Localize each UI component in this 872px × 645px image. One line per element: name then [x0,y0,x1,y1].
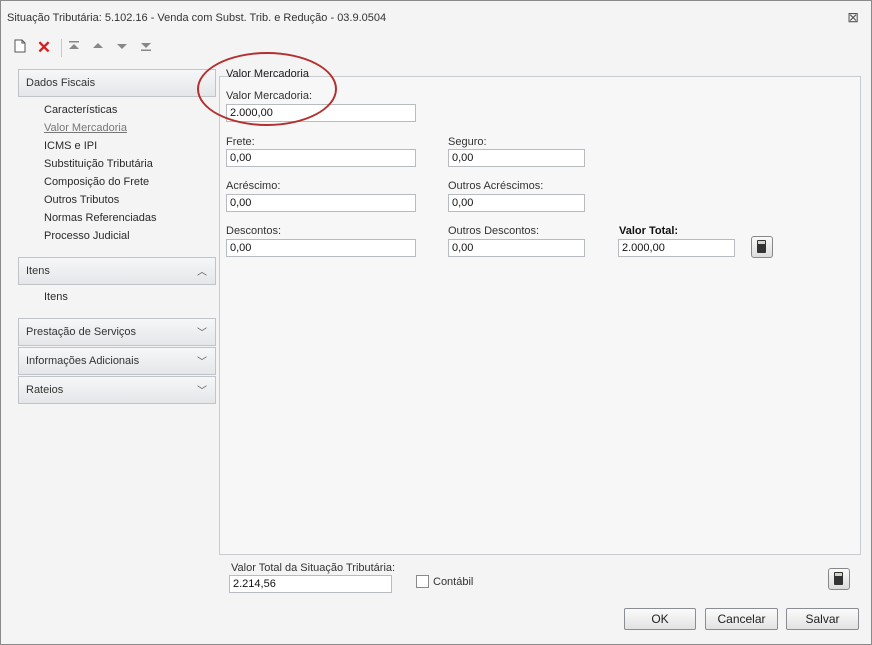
sidebar-item-processo-judicial[interactable]: Processo Judicial [44,230,130,242]
sidebar-item-normas-referenciadas[interactable]: Normas Referenciadas [44,212,157,224]
close-icon[interactable]: ⊠ [847,9,859,26]
seguro-input[interactable] [448,149,585,167]
sidebar-item-valor-mercadoria[interactable]: Valor Mercadoria [44,122,127,134]
calculator-icon[interactable] [828,568,850,590]
section-prestacao-servicos[interactable]: Prestação de Serviços ﹀ [18,318,216,346]
outros-descontos-label: Outros Descontos: [448,225,540,237]
section-label: Dados Fiscais [26,77,96,89]
acrescimo-input[interactable] [226,194,416,212]
toolbar-separator [61,39,62,57]
ok-button[interactable]: OK [624,608,696,630]
last-record-icon[interactable] [137,39,155,57]
sidebar-item-itens[interactable]: Itens [44,291,68,303]
seguro-label: Seguro: [448,136,487,148]
chevron-down-icon: ﹀ [197,386,207,397]
save-button[interactable]: Salvar [786,608,859,630]
next-record-icon[interactable] [113,39,131,57]
dialog-window: Situação Tributária: 5.102.16 - Venda co… [0,0,872,645]
cancel-button[interactable]: Cancelar [705,608,778,630]
valor-mercadoria-input[interactable] [226,104,416,122]
valor-total-label: Valor Total: [619,225,679,237]
total-situacao-label: Valor Total da Situação Tributária: [231,562,396,574]
main-panel [219,76,861,555]
frete-label: Frete: [226,136,255,148]
descontos-input[interactable] [226,239,416,257]
section-rateios[interactable]: Rateios ﹀ [18,376,216,404]
outros-acrescimos-label: Outros Acréscimos: [448,180,544,192]
first-record-icon[interactable] [65,39,83,57]
section-label: Prestação de Serviços [26,326,137,338]
outros-acrescimos-input[interactable] [448,194,585,212]
panel-title: Valor Mercadoria [226,68,309,80]
delete-icon[interactable]: ✕ [35,39,53,57]
descontos-label: Descontos: [226,225,282,237]
section-label: Itens [26,265,50,277]
window-title: Situação Tributária: 5.102.16 - Venda co… [7,12,387,24]
sidebar-item-icms-ipi[interactable]: ICMS e IPI [44,140,97,152]
contabil-label: Contábil [433,576,474,588]
sidebar-item-caracteristicas[interactable]: Características [44,104,117,116]
calculator-screen [758,241,765,244]
section-dados-fiscais[interactable]: Dados Fiscais [18,69,216,97]
chevron-down-icon: ﹀ [197,328,207,339]
calculator-screen [835,573,842,576]
sidebar-item-composicao-frete[interactable]: Composição do Frete [44,176,149,188]
total-situacao-input[interactable] [229,575,392,593]
section-informacoes-adicionais[interactable]: Informações Adicionais ﹀ [18,347,216,375]
sidebar-item-substituicao-tributaria[interactable]: Substituição Tributária [44,158,153,170]
chevron-down-icon: ﹀ [197,357,207,368]
valor-mercadoria-label: Valor Mercadoria: [226,90,312,102]
section-itens[interactable]: Itens ︿ [18,257,216,285]
section-label: Informações Adicionais [26,355,140,367]
previous-record-icon[interactable] [89,39,107,57]
contabil-checkbox[interactable] [416,575,429,588]
new-document-icon[interactable] [11,39,29,57]
section-label: Rateios [26,384,64,396]
acrescimo-label: Acréscimo: [226,180,281,192]
sidebar: Dados Fiscais Características Valor Merc… [18,69,216,409]
sidebar-item-outros-tributos[interactable]: Outros Tributos [44,194,119,206]
title-bar: Situação Tributária: 5.102.16 - Venda co… [1,1,871,33]
outros-descontos-input[interactable] [448,239,585,257]
chevron-up-icon: ︿ [197,267,207,278]
frete-input[interactable] [226,149,416,167]
toolbar: ✕ [9,37,309,59]
valor-total-input[interactable] [618,239,735,257]
calculator-icon[interactable] [751,236,773,258]
